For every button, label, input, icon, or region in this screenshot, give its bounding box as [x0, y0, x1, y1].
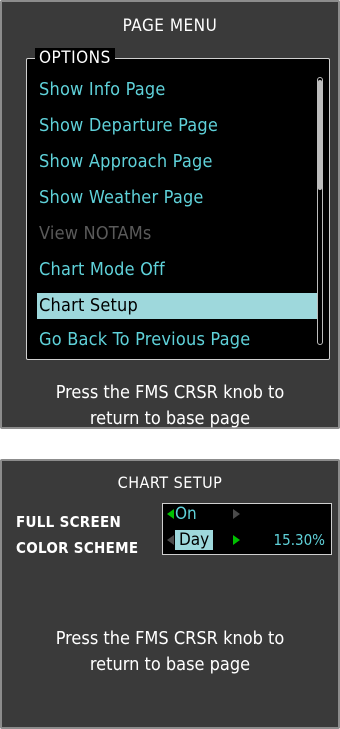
chart-setup-instruction: Press the FMS CRSR knob to return to bas… [2, 626, 338, 678]
page-menu-title: PAGE MENU [122, 16, 218, 36]
color-scheme-label: COLOR SCHEME [16, 539, 139, 557]
chart-setup-instruction-line1: Press the FMS CRSR knob to [55, 628, 285, 649]
menu-item-show-approach-page[interactable]: Show Approach Page [37, 149, 317, 175]
page-menu-panel: PAGE MENU OPTIONS Show Info Page Show De… [0, 0, 340, 429]
menu-item-chart-setup[interactable]: Chart Setup [37, 293, 317, 319]
color-scheme-left-arrow-icon[interactable] [167, 535, 174, 545]
page-menu-instruction: Press the FMS CRSR knob to return to bas… [2, 380, 338, 432]
scrollbar-thumb[interactable] [318, 80, 322, 190]
options-list: Show Info Page Show Departure Page Show … [26, 58, 330, 360]
dim-percentage: 15.30% [273, 531, 325, 549]
menu-item-show-info-page[interactable]: Show Info Page [37, 77, 317, 103]
full-screen-label: FULL SCREEN [16, 513, 122, 531]
chart-setup-values: On Day 15.30% [162, 503, 332, 555]
menu-item-go-back[interactable]: Go Back To Previous Page [37, 327, 317, 353]
menu-item-show-departure-page[interactable]: Show Departure Page [37, 113, 317, 139]
options-scrollbar[interactable] [317, 77, 323, 345]
full-screen-right-arrow-icon[interactable] [233, 509, 240, 519]
color-scheme-right-arrow-icon[interactable] [233, 535, 240, 545]
menu-item-view-notams: View NOTAMs [39, 223, 152, 244]
color-scheme-value[interactable]: Day [175, 530, 214, 550]
chart-setup-panel: CHART SETUP FULL SCREEN COLOR SCHEME On … [0, 459, 340, 729]
full-screen-value[interactable]: On [175, 504, 197, 524]
chart-setup-instruction-line2: return to base page [89, 654, 251, 675]
page-menu-instruction-line2: return to base page [89, 408, 251, 429]
full-screen-left-arrow-icon[interactable] [167, 509, 174, 519]
menu-item-chart-mode-off[interactable]: Chart Mode Off [37, 257, 317, 283]
page-menu-instruction-line1: Press the FMS CRSR knob to [55, 382, 285, 403]
chart-setup-title: CHART SETUP [117, 473, 223, 492]
options-group-label: OPTIONS [35, 48, 115, 68]
menu-item-show-weather-page[interactable]: Show Weather Page [37, 185, 317, 211]
